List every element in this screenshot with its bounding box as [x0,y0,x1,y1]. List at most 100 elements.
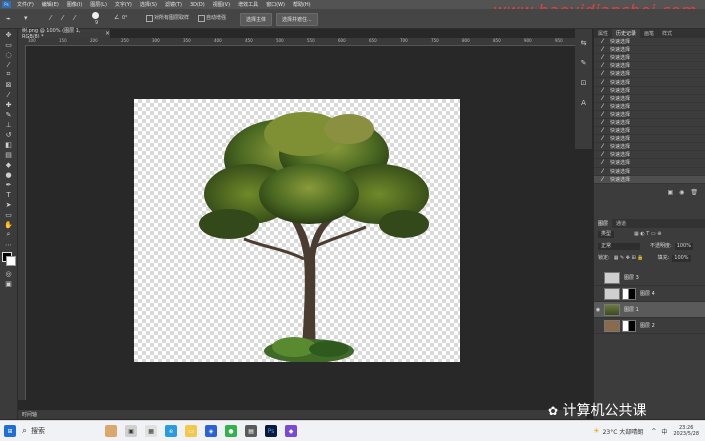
auto-enhance-checkbox[interactable] [198,15,205,22]
menu-filter[interactable]: 滤镜(T) [161,1,186,8]
menu-window[interactable]: 窗口(W) [262,1,289,8]
color-swatches[interactable] [0,250,17,268]
stamp-tool-icon[interactable]: ⊥ [2,120,15,129]
layer-mask-thumbnail[interactable] [622,287,636,300]
crop-tool-icon[interactable]: ⌗ [2,70,15,79]
task-view-icon[interactable]: ▣ [125,425,138,437]
menu-layer[interactable]: 图层(L) [86,1,111,8]
lasso-tool-icon[interactable]: ◌ [2,50,15,59]
menu-image[interactable]: 图像(I) [63,1,86,8]
history-brush-tool-icon[interactable]: ↺ [2,130,15,139]
history-item[interactable]: ⁄ 快速选择 [594,103,705,111]
layer-mask-thumbnail[interactable] [622,319,636,332]
menu-help[interactable]: 帮助(H) [289,1,315,8]
tool-preset-chevron-icon[interactable]: ▾ [24,14,28,22]
more-tools-icon[interactable]: ⋯ [2,240,15,249]
taskbar-search[interactable]: 搜索 [31,426,101,436]
tab-brushes[interactable]: 画笔 [640,29,658,38]
history-item[interactable]: ⁄ 快速选择 [594,78,705,87]
widgets-icon[interactable]: ▦ [145,425,158,437]
tab-properties[interactable]: 属性 [594,29,612,38]
ps-logo[interactable]: Ps [2,1,11,8]
wechat-app-icon[interactable]: ● [225,425,238,437]
adjust-icon[interactable]: ⇆ [575,39,592,47]
tab-channels[interactable]: 通道 [612,219,630,228]
layer-row[interactable]: 图层 4 [594,286,705,302]
subtract-selection-icon[interactable]: ⁄ [74,14,75,22]
ime-indicator[interactable]: 中 [661,427,667,436]
start-button[interactable]: ⊞ [4,425,16,437]
clock[interactable]: 23:26 2023/5/28 [673,425,699,437]
menu-type[interactable]: 文字(Y) [111,1,136,8]
explorer-icon[interactable]: ▭ [185,425,198,437]
history-item[interactable]: ⁄ 快速选择 [594,70,705,79]
history-item[interactable]: ⁄ 快速选择 [594,46,705,55]
dodge-tool-icon[interactable]: ● [2,170,15,179]
blur-tool-icon[interactable]: ◆ [2,160,15,169]
blend-mode-select[interactable]: 正常 [598,242,640,250]
eraser-tool-icon[interactable]: ◧ [2,140,15,149]
frame-tool-icon[interactable]: ⊠ [2,80,15,89]
path-select-tool-icon[interactable]: ➤ [2,200,15,209]
pen-tool-icon[interactable]: ✒ [2,180,15,189]
tab-styles[interactable]: 样式 [658,29,676,38]
history-item[interactable]: ⁄ 快速选择 [594,54,705,63]
photos-icon[interactable]: ◈ [205,425,218,437]
brush-panel-icon[interactable]: ✎ [575,59,592,67]
zoom-tool-icon[interactable]: ⌕ [2,230,15,239]
shape-tool-icon[interactable]: ▭ [2,210,15,219]
menu-edit[interactable]: 编辑(E) [38,1,63,8]
history-item[interactable]: ⁄ 快速选择 [594,127,705,136]
document-tab[interactable]: 树.png @ 100% (图层 1, RGB/8) * × [18,28,110,40]
layer-row[interactable]: ◉ 图层 1 [594,302,705,318]
history-item[interactable]: ⁄ 快速选择 [594,135,705,144]
history-item[interactable]: ⁄ 快速选择 [594,95,705,103]
history-item[interactable]: ⁄ 快速选择 [594,62,705,71]
close-tab-icon[interactable]: × [105,30,110,37]
brush-size-icon[interactable] [92,12,99,19]
quick-select-icon[interactable]: ⌁ [6,14,11,23]
document-canvas[interactable] [134,99,460,362]
background-color[interactable] [6,256,16,266]
screen-mode-icon[interactable]: ▣ [2,279,15,288]
weather-text[interactable]: 23°C 大部晴朗 [603,427,644,436]
menu-3d[interactable]: 3D(D) [186,2,209,8]
select-subject-button[interactable]: 选择主体 [240,13,273,26]
menu-view[interactable]: 视图(V) [209,1,234,8]
sample-all-layers-checkbox[interactable] [146,15,153,22]
tray-chevron-icon[interactable]: ^ [651,428,656,435]
type-tool-icon[interactable]: T [2,190,15,199]
new-selection-icon[interactable]: ⁄ [50,14,51,22]
opacity-value[interactable]: 100% [674,242,693,250]
tab-history[interactable]: 历史记录 [612,29,641,38]
eyedropper-tool-icon[interactable]: ⁄ [2,90,15,99]
search-icon[interactable]: ⌕ [22,426,27,436]
brush-tool-icon[interactable]: ✎ [2,110,15,119]
quick-select-tool-icon[interactable]: ⁄ [2,60,15,69]
filter-icons[interactable]: ▦ ◐ T ▭ ⊕ [634,231,661,237]
history-item[interactable]: ⁄ 快速选择 [594,143,705,152]
layer-row[interactable]: 图层 3 [594,270,705,286]
app-icon-2[interactable]: ▤ [245,425,258,437]
layer-row[interactable]: 图层 2 [594,318,705,334]
menu-file[interactable]: 文件(F) [13,1,38,8]
history-item[interactable]: ⁄ 快速选择 [594,175,705,184]
visibility-eye-icon[interactable]: ◉ [594,307,602,313]
fill-value[interactable]: 100% [672,254,691,262]
snapshot-icon[interactable]: ▣ [667,189,673,196]
tab-layers[interactable]: 图层 [594,219,613,228]
history-item[interactable]: ⁄ 快速选择 [594,159,705,168]
angle-value[interactable]: 0° [122,16,128,21]
photoshop-icon[interactable]: Ps [265,425,278,437]
history-item[interactable]: ⁄ 快速选择 [594,87,705,95]
app-icon-3[interactable]: ◆ [285,425,298,437]
history-item[interactable]: ⁄ 快速选择 [594,151,705,160]
gradient-tool-icon[interactable]: ▤ [2,150,15,159]
hand-tool-icon[interactable]: ✋ [2,220,15,229]
menu-select[interactable]: 选择(S) [136,1,161,8]
character-panel-icon[interactable]: A [575,99,592,107]
healing-tool-icon[interactable]: ✚ [2,100,15,109]
app-icon-1[interactable] [105,425,118,437]
trash-icon[interactable]: 🗑 [690,189,698,196]
history-item[interactable]: ⁄ 快速选择 [594,119,705,128]
